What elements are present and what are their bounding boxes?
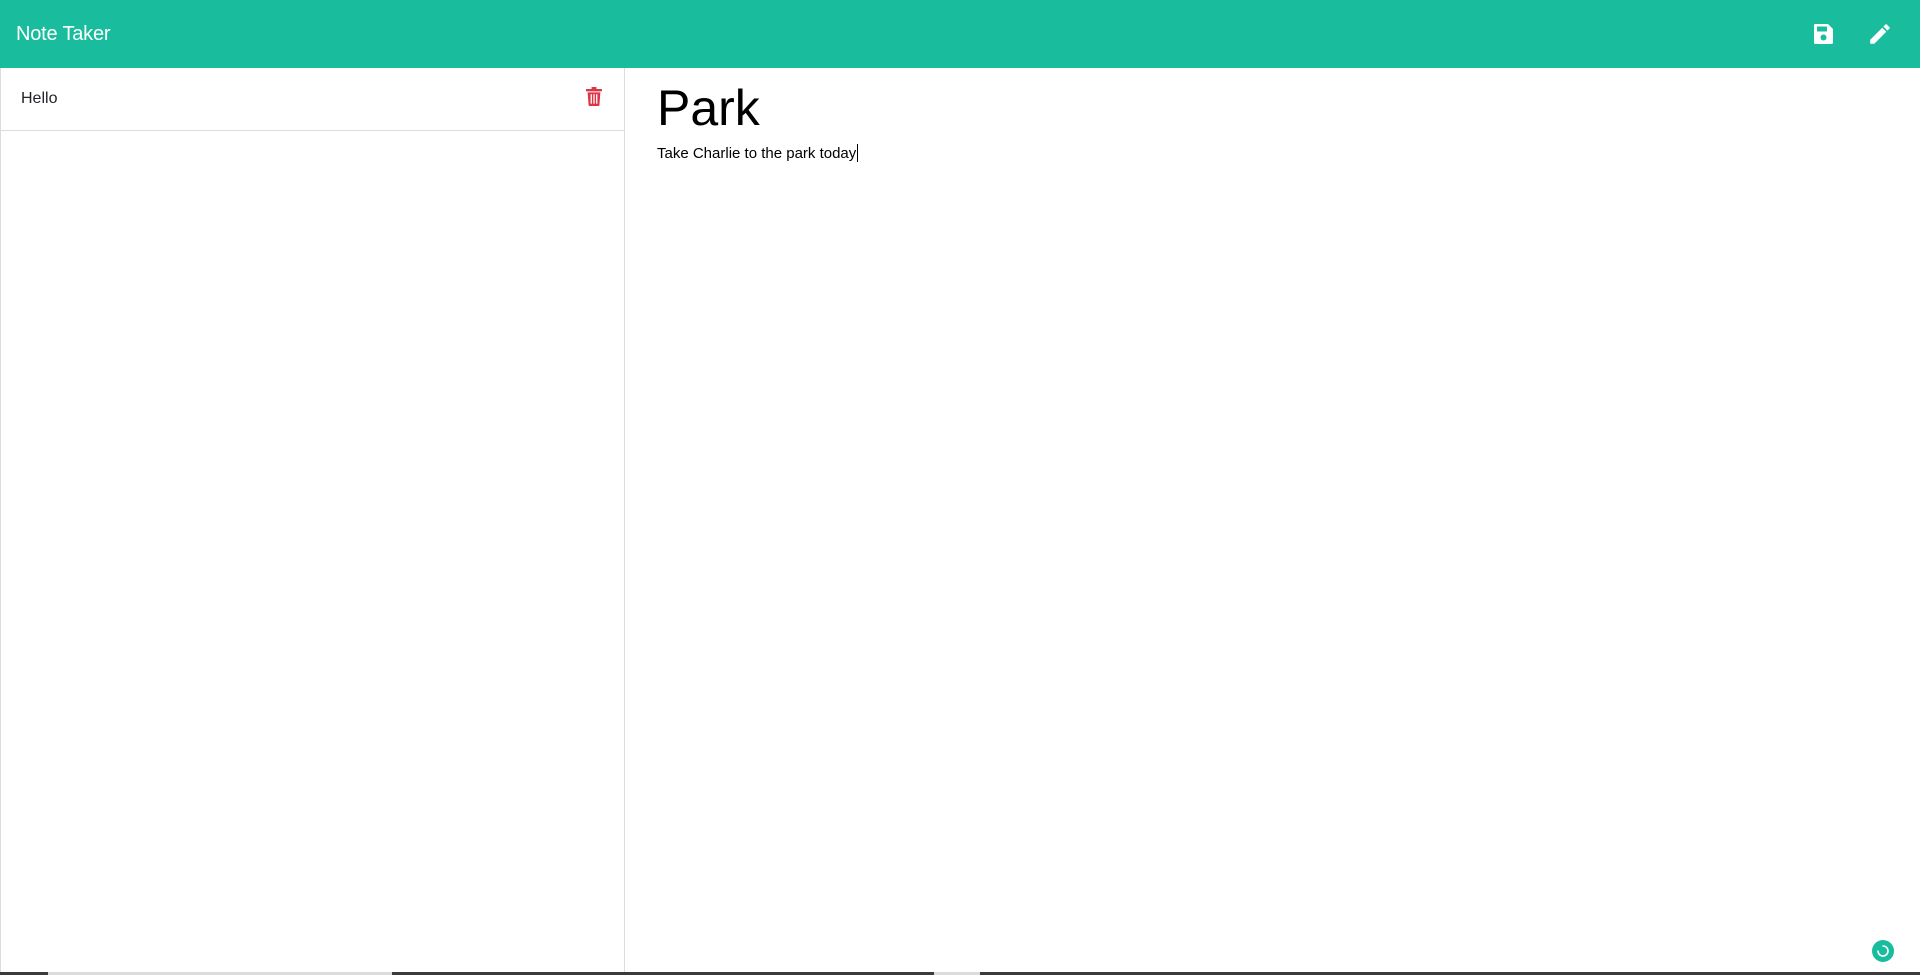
- text-caret: [857, 144, 859, 162]
- status-indicator[interactable]: [1872, 940, 1894, 962]
- note-title-input[interactable]: [656, 78, 1890, 138]
- note-text-content: Take Charlie to the park today: [657, 144, 857, 162]
- loading-spinner-icon: [1877, 945, 1889, 957]
- app-title[interactable]: Note Taker: [16, 23, 111, 46]
- delete-note-button[interactable]: [584, 85, 604, 107]
- toolbar-actions: [1809, 20, 1904, 48]
- navbar: Note Taker: [0, 0, 1920, 68]
- new-note-button[interactable]: [1866, 20, 1894, 48]
- trash-icon: [586, 86, 602, 106]
- notes-sidebar: Hello: [0, 68, 625, 972]
- note-editor: Take Charlie to the park today: [626, 68, 1920, 972]
- floppy-disk-icon: [1814, 24, 1833, 44]
- pencil-icon: [1870, 24, 1890, 44]
- save-note-button[interactable]: [1809, 20, 1837, 48]
- note-list-item[interactable]: Hello: [1, 68, 624, 131]
- note-list-item-title[interactable]: Hello: [21, 90, 57, 108]
- note-text-area[interactable]: Take Charlie to the park today: [656, 144, 1890, 162]
